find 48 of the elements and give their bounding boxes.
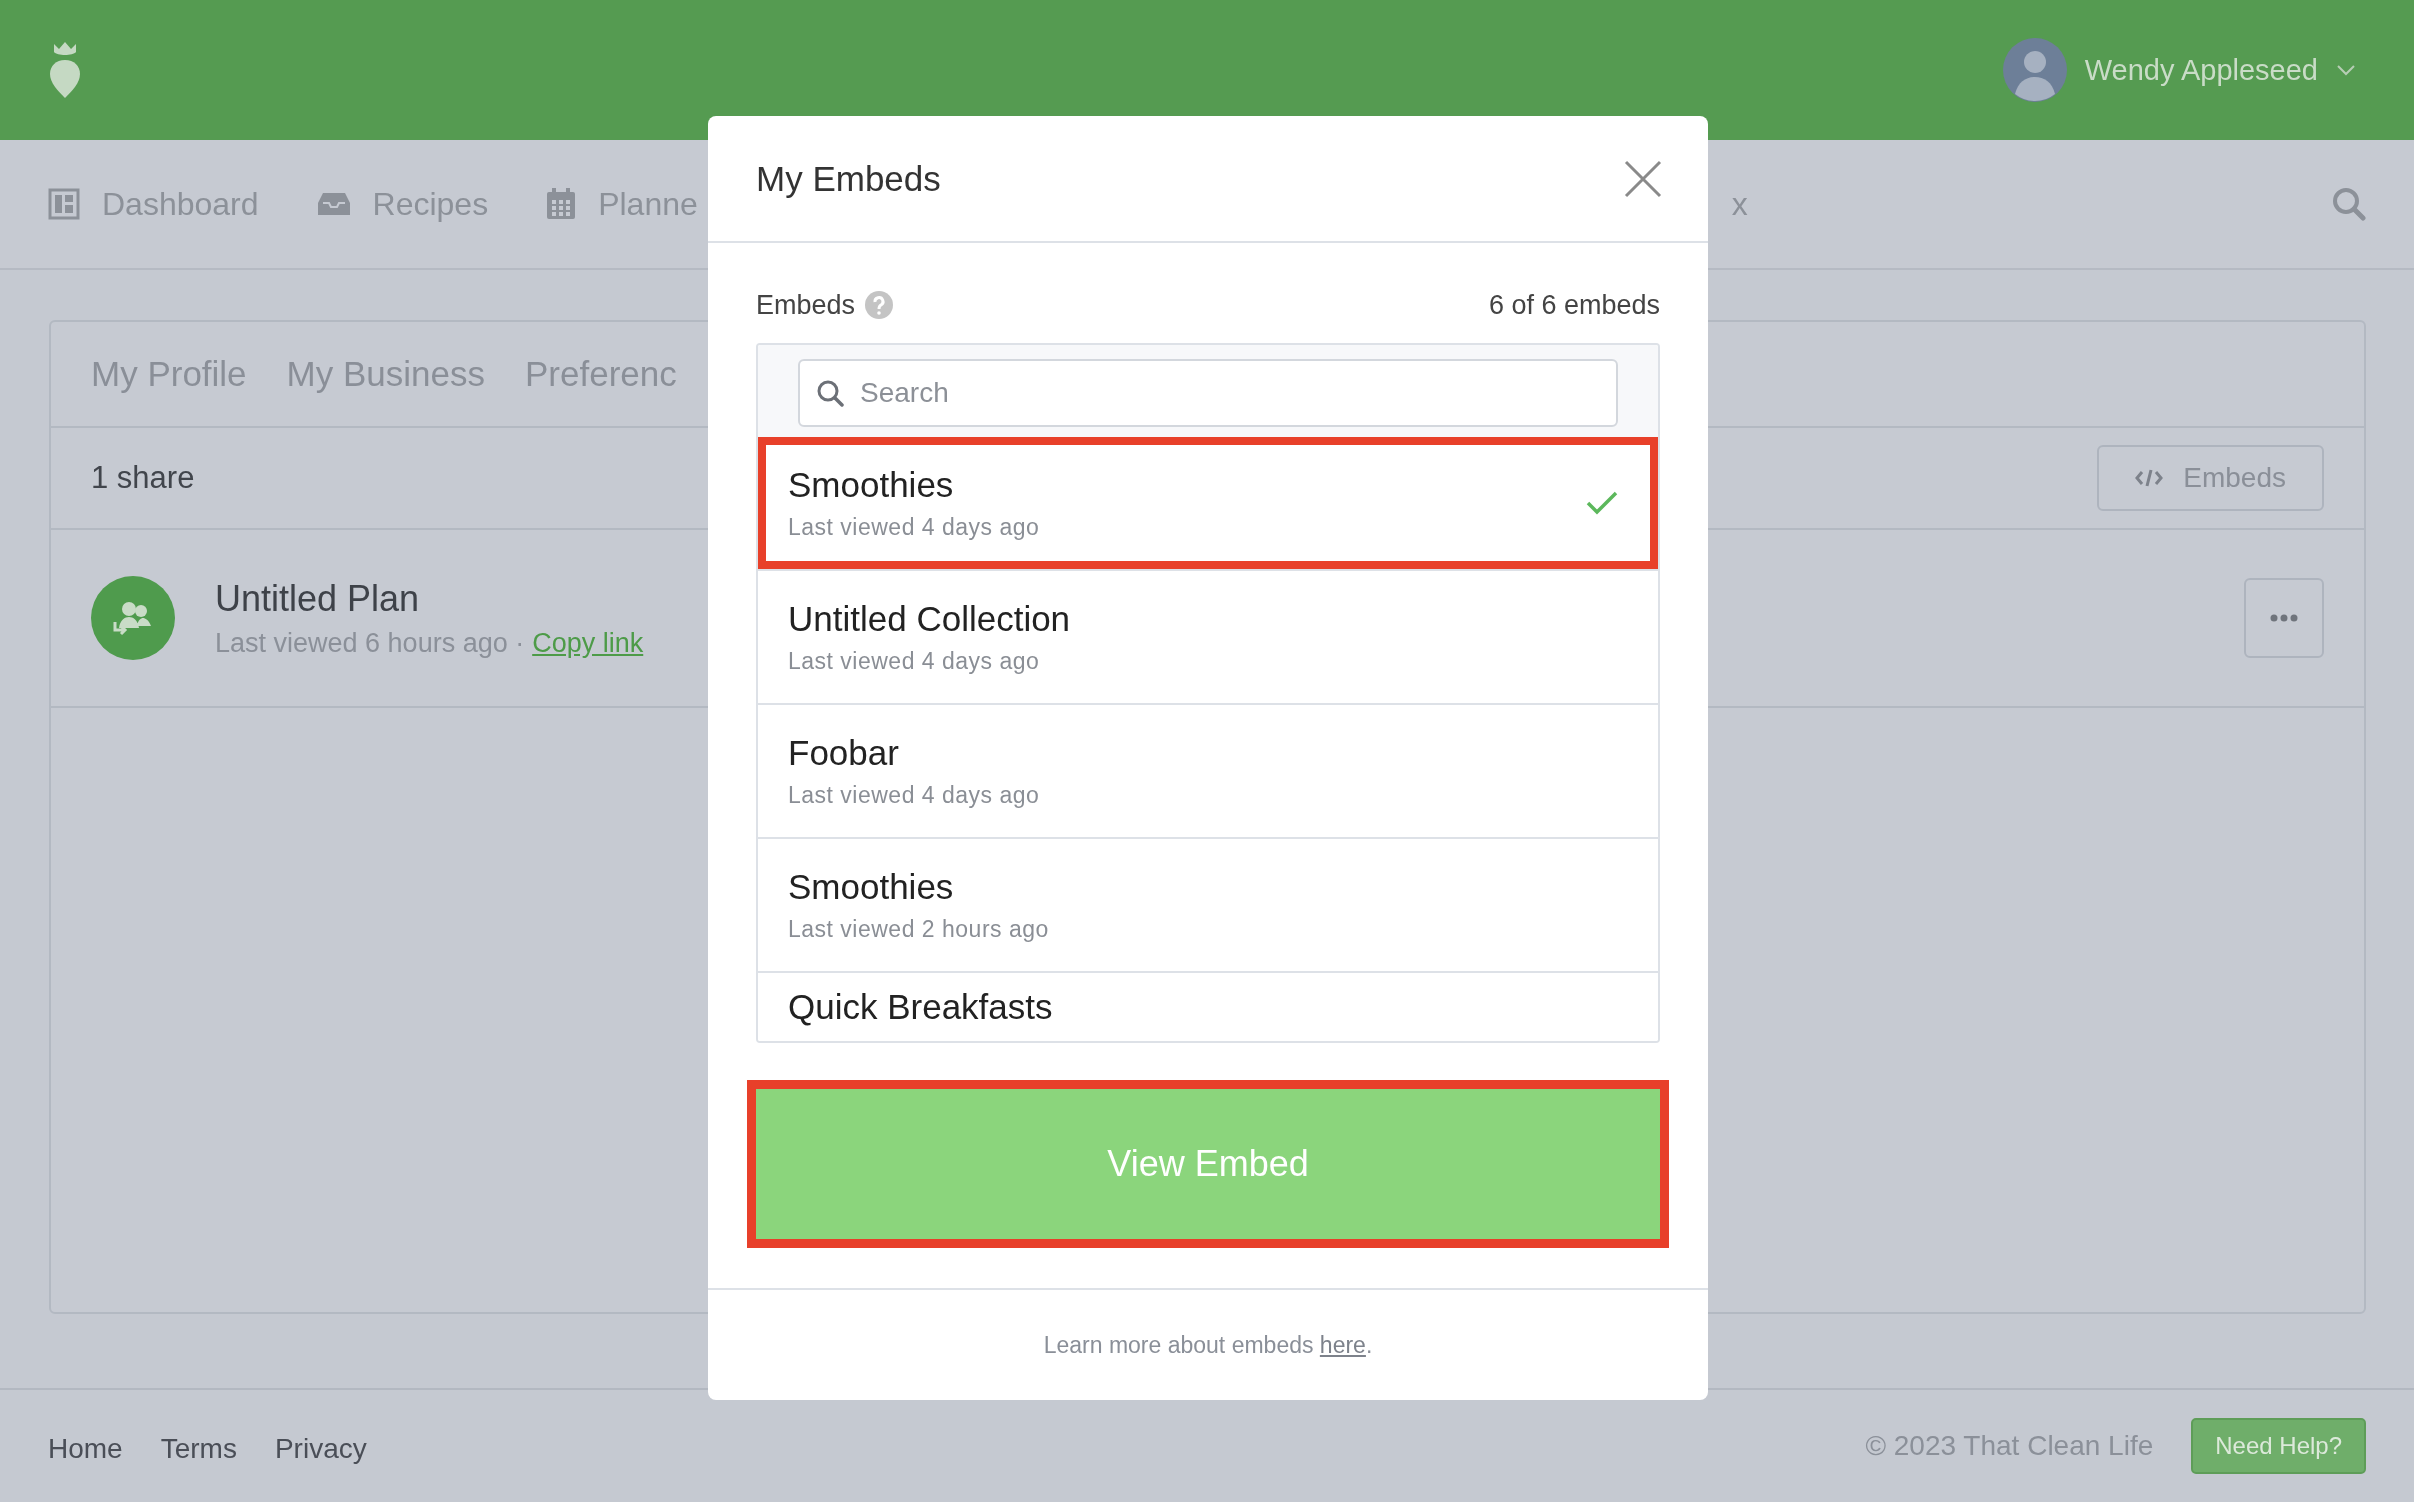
- embed-meta: Last viewed 4 days ago: [788, 781, 1040, 809]
- nav-item[interactable]: Planne: [546, 185, 698, 223]
- embed-title: Quick Breakfasts: [788, 987, 1053, 1028]
- embed-meta: Last viewed 4 days ago: [788, 513, 1040, 541]
- profile-tab[interactable]: Preferenc: [525, 354, 677, 394]
- embeds-button[interactable]: Embeds: [2097, 445, 2324, 511]
- chevron-down-icon[interactable]: [2336, 64, 2356, 76]
- learn-more-text: Learn more about embeds here.: [1043, 1331, 1373, 1359]
- help-button[interactable]: Need Help?: [2191, 1418, 2366, 1474]
- embed-title: Smoothies: [788, 465, 955, 506]
- code-icon: [2135, 468, 2164, 488]
- footer-link[interactable]: Home: [48, 1433, 123, 1465]
- help-icon[interactable]: [865, 291, 894, 319]
- copy-link[interactable]: Copy link: [532, 627, 644, 658]
- close-button[interactable]: [1624, 159, 1662, 198]
- plan-title: Untitled Plan: [215, 577, 421, 620]
- footer-link[interactable]: Privacy: [274, 1433, 367, 1465]
- logo-icon[interactable]: [48, 40, 82, 100]
- embed-meta: Last viewed 4 days ago: [788, 647, 1041, 675]
- share-count: 1 share: [91, 460, 195, 496]
- checkmark-icon: [1586, 491, 1618, 515]
- embed-title: Smoothies: [788, 867, 955, 908]
- embeds-label: Embeds: [756, 289, 856, 321]
- search-icon[interactable]: [2332, 187, 2366, 221]
- dialog-title: My Embeds: [756, 158, 941, 199]
- calendar-icon: [546, 188, 577, 220]
- footer-link[interactable]: Terms: [160, 1433, 237, 1465]
- nav-item[interactable]: Recipes: [316, 185, 489, 223]
- more-button[interactable]: [2244, 578, 2324, 658]
- dashboard-icon: [48, 188, 80, 220]
- copyright: © 2023 That Clean Life: [1865, 1430, 2154, 1462]
- embed-title: Untitled Collection: [788, 599, 1071, 640]
- nav-item[interactable]: Dashboard: [48, 185, 259, 223]
- embed-title: Foobar: [788, 733, 900, 774]
- profile-tab[interactable]: My Business: [286, 354, 485, 394]
- nav-item[interactable]: x: [1731, 185, 1748, 223]
- avatar-icon[interactable]: [2002, 38, 2067, 102]
- tray-icon: [316, 191, 351, 217]
- search-icon: [816, 379, 844, 407]
- search-field[interactable]: Search: [798, 359, 1618, 427]
- embed-meta: Last viewed 2 hours ago: [788, 915, 1049, 943]
- here-link[interactable]: here: [1319, 1331, 1366, 1358]
- embeds-count: 6 of 6 embeds: [1488, 289, 1660, 321]
- user-name[interactable]: Wendy Appleseed: [2084, 53, 2318, 87]
- embed-item[interactable]: Smoothies Last viewed 4 days ago: [758, 437, 1658, 571]
- more-icon: [2270, 614, 2298, 622]
- profile-tab[interactable]: My Profile: [91, 354, 247, 394]
- plan-meta: Last viewed 6 hours ago · Copy link: [215, 627, 644, 659]
